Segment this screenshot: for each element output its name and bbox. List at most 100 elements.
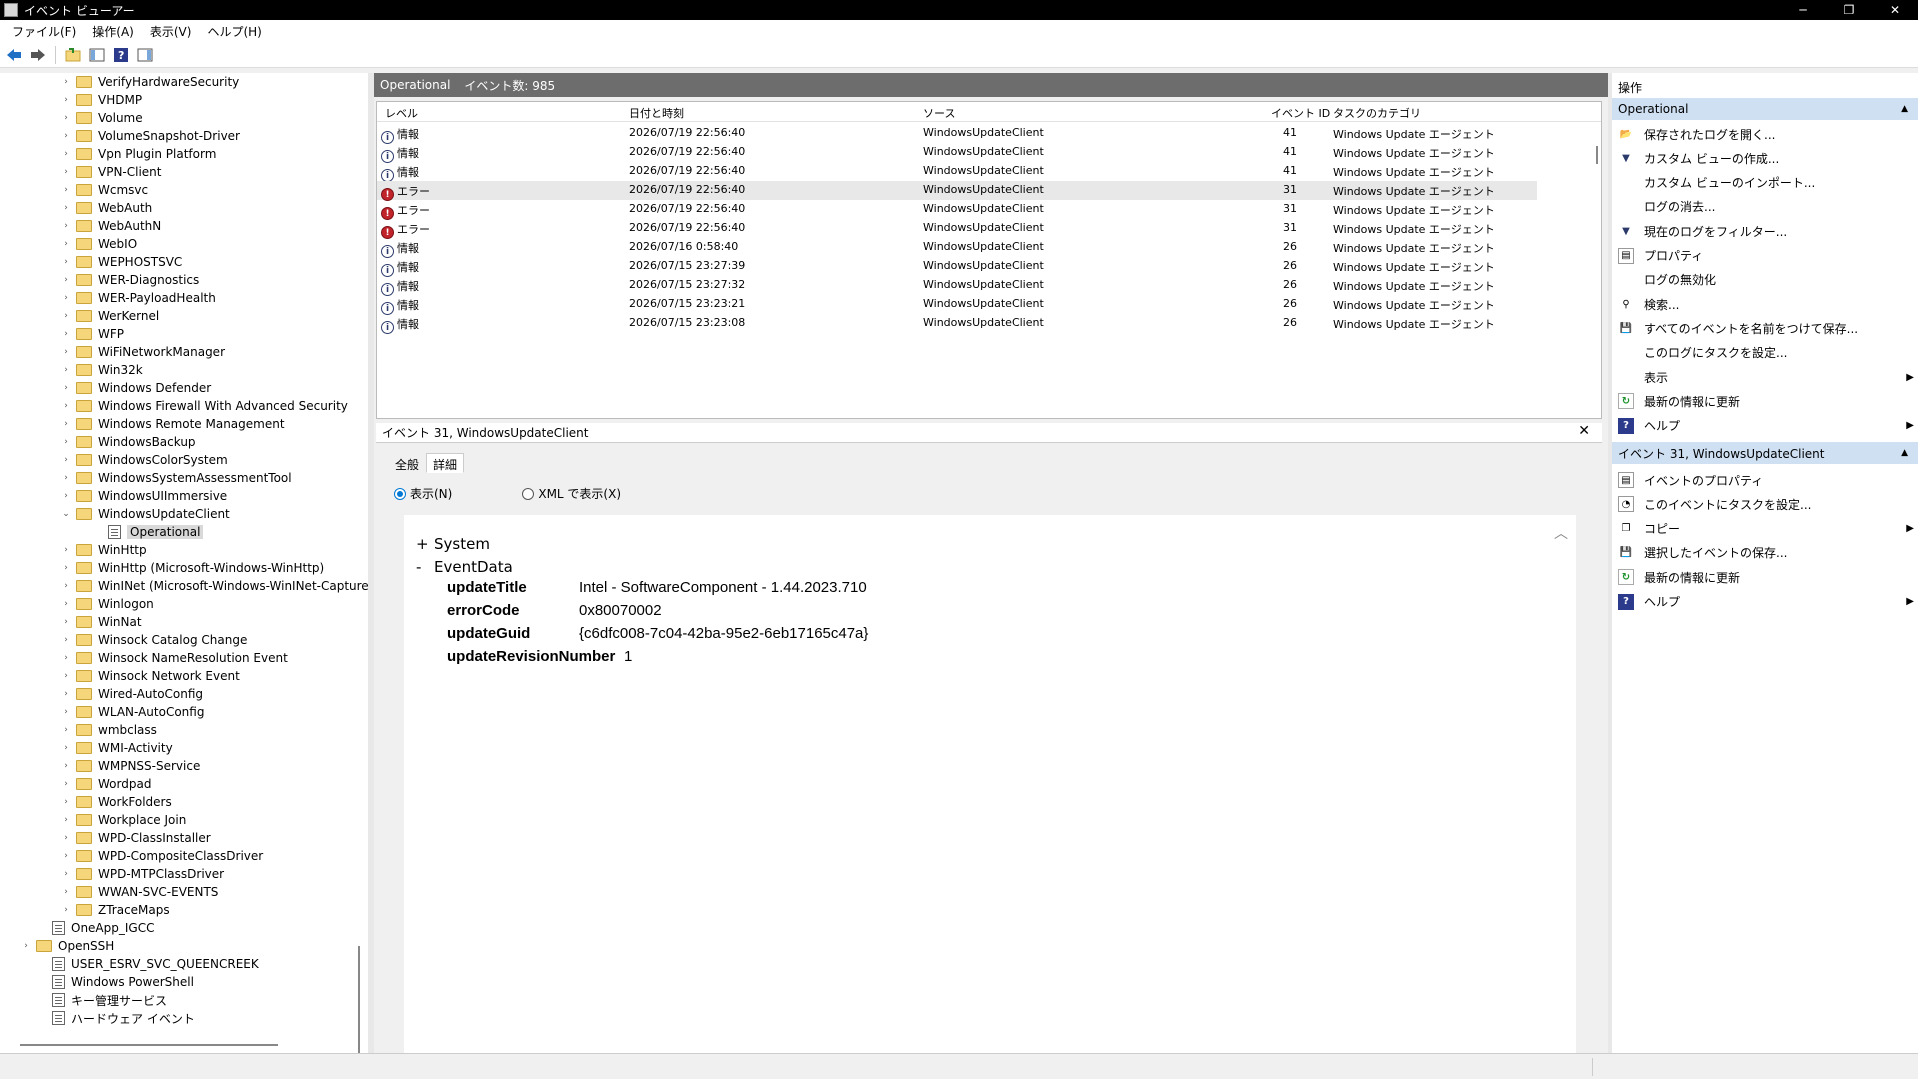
tree-item[interactable]: › WiFiNetworkManager	[60, 343, 225, 361]
scroll-up-icon[interactable]: ︿	[1554, 523, 1568, 543]
event-row[interactable]: i 情報 2026/07/15 23:23:21 WindowsUpdateClien…	[377, 295, 1537, 315]
tree-item[interactable]: › WinNat	[60, 613, 141, 631]
tree-item[interactable]: › WindowsColorSystem	[60, 451, 227, 469]
event-row[interactable]: i 情報 2026/07/19 22:56:40 WindowsUpdateClien…	[377, 124, 1537, 144]
tree-item[interactable]: › WebIO	[60, 235, 137, 253]
radio-selected-icon[interactable]	[394, 487, 406, 500]
collapse-icon[interactable]: ▲	[1901, 448, 1908, 458]
column-source[interactable]: ソース	[923, 105, 955, 121]
expand-chevron-icon[interactable]: ›	[60, 113, 72, 123]
expand-chevron-icon[interactable]: ›	[60, 401, 72, 411]
column-event-id[interactable]: イベント ID	[1271, 105, 1330, 121]
action-item[interactable]: カスタム ビューのインポート...	[1618, 173, 1914, 193]
expand-chevron-icon[interactable]: ›	[60, 347, 72, 357]
expand-chevron-icon[interactable]: ›	[60, 797, 72, 807]
expand-chevron-icon[interactable]: ›	[60, 221, 72, 231]
expand-chevron-icon[interactable]: ›	[60, 743, 72, 753]
menu-help[interactable]: ヘルプ(H)	[199, 23, 269, 40]
expand-chevron-icon[interactable]: ›	[60, 617, 72, 627]
eventdata-node[interactable]: EventData	[434, 558, 513, 576]
tree-item[interactable]: › OpenSSH	[20, 937, 114, 955]
expanded-chevron-icon[interactable]: ⌄	[60, 509, 72, 519]
tree-item[interactable]: › WebAuthN	[60, 217, 161, 235]
radio-unselected-icon[interactable]	[522, 487, 535, 500]
tree-item[interactable]: › WerKernel	[60, 307, 159, 325]
expand-chevron-icon[interactable]: ›	[60, 455, 72, 465]
event-row[interactable]: i 情報 2026/07/15 23:23:08 WindowsUpdateClien…	[377, 314, 1537, 334]
expand-chevron-icon[interactable]: ›	[60, 77, 72, 87]
event-row[interactable]: i 情報 2026/07/15 23:27:39 WindowsUpdateClien…	[377, 257, 1537, 277]
tree-item[interactable]: › VerifyHardwareSecurity	[60, 73, 239, 91]
action-item[interactable]: ? ヘルプ ▶	[1618, 592, 1914, 612]
expand-chevron-icon[interactable]: ›	[60, 203, 72, 213]
action-item[interactable]: ログの無効化	[1618, 270, 1914, 290]
actions-section-log[interactable]: Operational ▲	[1612, 98, 1918, 120]
tree-item[interactable]: USER_ESRV_SVC_QUEENCREEK	[36, 955, 259, 973]
event-row[interactable]: i 情報 2026/07/15 23:27:32 WindowsUpdateClien…	[377, 276, 1537, 296]
expand-chevron-icon[interactable]: ›	[60, 833, 72, 843]
action-item[interactable]: このログにタスクを設定...	[1618, 343, 1914, 363]
action-item[interactable]: ▼ カスタム ビューの作成...	[1618, 148, 1914, 168]
tree-item[interactable]: › WER-Diagnostics	[60, 271, 199, 289]
expand-chevron-icon[interactable]: ›	[60, 185, 72, 195]
tree-item[interactable]: › WindowsSystemAssessmentTool	[60, 469, 291, 487]
expand-chevron-icon[interactable]: ›	[60, 887, 72, 897]
action-item[interactable]: ◔ このイベントにタスクを設定...	[1618, 494, 1914, 514]
action-item[interactable]: 💾 選択したイベントの保存...	[1618, 543, 1914, 563]
expand-chevron-icon[interactable]: ›	[60, 95, 72, 105]
expand-chevron-icon[interactable]: ›	[60, 725, 72, 735]
action-item[interactable]: ↻ 最新の情報に更新	[1618, 567, 1914, 587]
tree-item[interactable]: › WindowsUIImmersive	[60, 487, 227, 505]
action-item[interactable]: ↻ 最新の情報に更新	[1618, 391, 1914, 411]
tree-vertical-scrollbar[interactable]	[358, 946, 360, 1053]
tab-details[interactable]: 詳細	[426, 453, 465, 473]
expand-chevron-icon[interactable]: ›	[60, 689, 72, 699]
tree-horizontal-scrollbar[interactable]	[20, 1044, 278, 1046]
event-row[interactable]: i 情報 2026/07/19 22:56:40 WindowsUpdateClien…	[377, 162, 1537, 182]
column-date-time[interactable]: 日付と時刻	[629, 105, 684, 121]
expand-chevron-icon[interactable]: ›	[60, 563, 72, 573]
action-item[interactable]: ログの消去...	[1618, 197, 1914, 217]
tree-item[interactable]: › Winsock NameResolution Event	[60, 649, 288, 667]
tree-item[interactable]: › WPD-CompositeClassDriver	[60, 847, 263, 865]
expand-chevron-icon[interactable]: ›	[60, 869, 72, 879]
tree-item[interactable]: › Workplace Join	[60, 811, 186, 829]
expand-chevron-icon[interactable]: ›	[60, 851, 72, 861]
system-node[interactable]: System	[434, 535, 490, 553]
tree-item[interactable]: Windows PowerShell	[36, 973, 194, 991]
close-detail-icon[interactable]: ✕	[1578, 423, 1590, 439]
tree-item[interactable]: ハードウェア イベント	[36, 1009, 195, 1027]
expand-chevron-icon[interactable]: ›	[60, 473, 72, 483]
event-row[interactable]: ! エラー 2026/07/19 22:56:40 WindowsUpdateClie…	[377, 219, 1537, 239]
maximize-button[interactable]: ❐	[1826, 0, 1872, 20]
show-hide-tree-icon[interactable]	[87, 45, 107, 65]
expand-chevron-icon[interactable]: ›	[60, 635, 72, 645]
expand-chevron-icon[interactable]: ›	[60, 293, 72, 303]
tree-item[interactable]: › Winsock Catalog Change	[60, 631, 247, 649]
tree-item[interactable]: Operational	[92, 523, 204, 541]
action-item[interactable]: ❐ コピー ▶	[1618, 519, 1914, 539]
back-icon[interactable]	[4, 45, 24, 65]
tree-item[interactable]: › Vpn Plugin Platform	[60, 145, 216, 163]
tree-item[interactable]: › WMI-Activity	[60, 739, 173, 757]
tree-item[interactable]: › WinINet (Microsoft-Windows-WinINet-Capt…	[60, 577, 368, 595]
expand-chevron-icon[interactable]: ›	[60, 149, 72, 159]
tree-item[interactable]: › Winlogon	[60, 595, 154, 613]
expand-chevron-icon[interactable]: ›	[60, 275, 72, 285]
tree-item[interactable]: › wmbclass	[60, 721, 157, 739]
tab-general[interactable]: 全般	[388, 453, 426, 473]
tree-item[interactable]: › WMPNSS-Service	[60, 757, 200, 775]
tree-item[interactable]: › WPD-ClassInstaller	[60, 829, 211, 847]
tree-item[interactable]: キー管理サービス	[36, 991, 167, 1009]
column-level[interactable]: レベル	[385, 105, 418, 121]
tree-item[interactable]: › WFP	[60, 325, 124, 343]
action-item[interactable]: 📂 保存されたログを開く...	[1618, 124, 1914, 144]
expand-chevron-icon[interactable]: ›	[60, 167, 72, 177]
expand-chevron-icon[interactable]: ›	[60, 131, 72, 141]
action-item[interactable]: ▤ プロパティ	[1618, 246, 1914, 266]
expand-chevron-icon[interactable]: ›	[60, 905, 72, 915]
tree-item[interactable]: › VolumeSnapshot-Driver	[60, 127, 240, 145]
expand-chevron-icon[interactable]: ›	[60, 761, 72, 771]
expand-chevron-icon[interactable]: ›	[60, 419, 72, 429]
action-item[interactable]: 💾 すべてのイベントを名前をつけて保存...	[1618, 318, 1914, 338]
